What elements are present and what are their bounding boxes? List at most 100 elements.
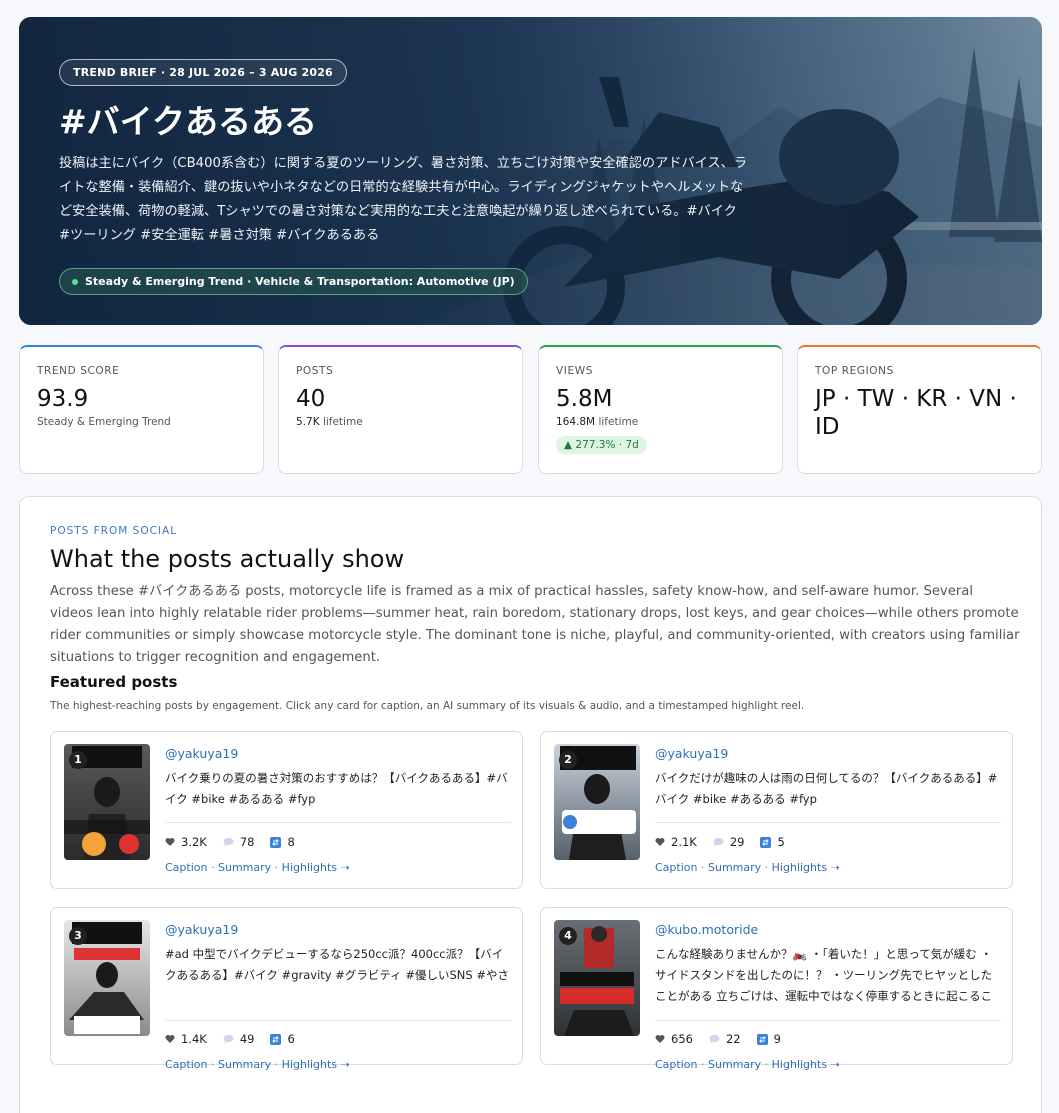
comment-bubble-icon xyxy=(709,1034,720,1044)
featured-posts-subtitle: The highest-reaching posts by engagement… xyxy=(50,700,805,712)
repost-icon xyxy=(270,836,282,848)
likes-metric: 1.4K xyxy=(165,1032,207,1046)
rank-badge: 4 xyxy=(559,927,577,945)
divider xyxy=(655,1020,1001,1021)
views-card: VIEWS 5.8M 164.8M lifetime ▲ 277.3% · 7d xyxy=(538,345,783,474)
post-card[interactable]: 1 @yakuya19 バイク乗りの夏の暑さ対策のおすすめは？【バイクあるある】… xyxy=(50,731,523,889)
views-lifetime-value: 164.8M xyxy=(556,416,596,428)
status-dot-icon xyxy=(72,278,78,285)
lifetime-label: lifetime xyxy=(322,416,363,428)
highlights-link[interactable]: Highlights ➝ xyxy=(772,1058,840,1071)
top-regions-card: TOP REGIONS JP · TW · KR · VN · ID xyxy=(797,345,1042,474)
divider xyxy=(655,822,1001,823)
post-caption: バイクだけが趣味の人は雨の日何してるの？【バイクあるある】#バイク #bike … xyxy=(655,771,998,806)
caption-link[interactable]: Caption xyxy=(165,1058,207,1071)
shares-count: 8 xyxy=(287,835,295,849)
shares-metric: 9 xyxy=(756,1032,781,1046)
summary-link[interactable]: Summary xyxy=(708,861,761,874)
trend-category-badge: Steady & Emerging Trend · Vehicle & Tran… xyxy=(59,268,528,295)
views-value: 5.8M xyxy=(556,386,613,412)
comments-metric: 49 xyxy=(223,1032,255,1046)
comment-bubble-icon xyxy=(223,837,234,847)
stat-label: TREND SCORE xyxy=(37,365,120,377)
post-links: Caption · Summary · Highlights ➝ xyxy=(165,861,350,874)
section-title: What the posts actually show xyxy=(50,545,405,573)
post-links: Caption · Summary · Highlights ➝ xyxy=(165,1058,350,1071)
shares-metric: 6 xyxy=(270,1032,295,1046)
hero-content: TREND BRIEF · 28 JUL 2026 – 3 AUG 2026 #… xyxy=(59,59,759,295)
comments-metric: 78 xyxy=(223,835,255,849)
likes-count: 656 xyxy=(671,1032,693,1046)
author-handle[interactable]: @kubo.motoride xyxy=(655,922,758,937)
posts-lifetime-value: 5.7K xyxy=(296,416,320,428)
heart-icon xyxy=(655,1035,665,1043)
post-card[interactable]: 2 @yakuya19 バイクだけが趣味の人は雨の日何してるの？【バイクあるある… xyxy=(540,731,1013,889)
comments-metric: 22 xyxy=(709,1032,741,1046)
comments-count: 78 xyxy=(239,835,255,849)
link-separator: · xyxy=(271,861,282,874)
post-thumbnail[interactable]: 3 xyxy=(64,920,150,1036)
trend-score-sub: Steady & Emerging Trend xyxy=(37,416,171,428)
trend-brief-badge: TREND BRIEF · 28 JUL 2026 – 3 AUG 2026 xyxy=(59,59,347,86)
link-separator: · xyxy=(697,1058,708,1071)
posts-card: POSTS 40 5.7K lifetime xyxy=(278,345,523,474)
comments-count: 22 xyxy=(725,1032,741,1046)
shares-count: 6 xyxy=(287,1032,295,1046)
post-caption: バイク乗りの夏の暑さ対策のおすすめは？【バイクあるある】#バイク #bike #… xyxy=(165,771,508,806)
repost-icon xyxy=(760,836,772,848)
author-handle[interactable]: @yakuya19 xyxy=(655,746,728,761)
link-separator: · xyxy=(697,861,708,874)
likes-count: 3.2K xyxy=(181,835,207,849)
views-delta-badge: ▲ 277.3% · 7d xyxy=(556,436,647,454)
summary-link[interactable]: Summary xyxy=(218,1058,271,1071)
post-thumbnail[interactable]: 2 xyxy=(554,744,640,860)
summary-link[interactable]: Summary xyxy=(708,1058,761,1071)
trend-category-label: Steady & Emerging Trend · Vehicle & Tran… xyxy=(85,275,515,288)
highlights-link[interactable]: Highlights ➝ xyxy=(282,861,350,874)
section-eyebrow: POSTS FROM SOCIAL xyxy=(50,525,178,537)
stat-label: TOP REGIONS xyxy=(815,365,894,377)
comments-count: 29 xyxy=(729,835,745,849)
divider xyxy=(165,1020,511,1021)
comment-bubble-icon xyxy=(223,1034,234,1044)
comment-bubble-icon xyxy=(713,837,724,847)
trend-description: 投稿は主にバイク（CB400系含む）に関する夏のツーリング、暑さ対策、立ちごけ対… xyxy=(59,156,748,243)
author-handle[interactable]: @yakuya19 xyxy=(165,922,238,937)
caption-link[interactable]: Caption xyxy=(655,1058,697,1071)
hero-banner: TREND BRIEF · 28 JUL 2026 – 3 AUG 2026 #… xyxy=(19,17,1042,325)
post-thumbnail[interactable]: 1 xyxy=(64,744,150,860)
repost-icon xyxy=(270,1033,282,1045)
stat-label: POSTS xyxy=(296,365,334,377)
shares-count: 5 xyxy=(777,835,785,849)
caption-link[interactable]: Caption xyxy=(655,861,697,874)
shares-metric: 8 xyxy=(270,835,295,849)
divider xyxy=(165,822,511,823)
post-caption: #ad 中型でバイクデビューするなら250cc派？400cc派？【バイクあるある… xyxy=(165,947,509,982)
caption-link[interactable]: Caption xyxy=(165,861,207,874)
engagement-metrics: 656 22 9 xyxy=(655,1032,797,1046)
heart-icon xyxy=(165,838,175,846)
engagement-metrics: 2.1K 29 5 xyxy=(655,835,801,849)
comments-count: 49 xyxy=(239,1032,255,1046)
trend-score-value: 93.9 xyxy=(37,386,89,412)
trend-score-card: TREND SCORE 93.9 Steady & Emerging Trend xyxy=(19,345,264,474)
post-card[interactable]: 4 @kubo.motoride こんな経験ありませんか？🏍️ ・「着いた！」と… xyxy=(540,907,1013,1071)
likes-metric: 3.2K xyxy=(165,835,207,849)
rank-badge: 3 xyxy=(69,927,87,945)
highlights-link[interactable]: Highlights ➝ xyxy=(282,1058,350,1071)
posts-lifetime: 5.7K lifetime xyxy=(296,416,505,428)
posts-value: 40 xyxy=(296,386,326,412)
author-handle[interactable]: @yakuya19 xyxy=(165,746,238,761)
section-description: Across these #バイクあるある posts, motorcycle … xyxy=(50,584,1020,665)
rank-badge: 2 xyxy=(559,751,577,769)
engagement-metrics: 1.4K 49 6 xyxy=(165,1032,311,1046)
summary-link[interactable]: Summary xyxy=(218,861,271,874)
link-separator: · xyxy=(271,1058,282,1071)
repost-icon xyxy=(756,1033,768,1045)
post-card[interactable]: 3 @yakuya19 #ad 中型でバイクデビューするなら250cc派？400… xyxy=(50,907,523,1071)
post-links: Caption · Summary · Highlights ➝ xyxy=(655,1058,840,1071)
highlights-link[interactable]: Highlights ➝ xyxy=(772,861,840,874)
engagement-metrics: 3.2K 78 8 xyxy=(165,835,311,849)
likes-metric: 656 xyxy=(655,1032,693,1046)
post-thumbnail[interactable]: 4 xyxy=(554,920,640,1036)
